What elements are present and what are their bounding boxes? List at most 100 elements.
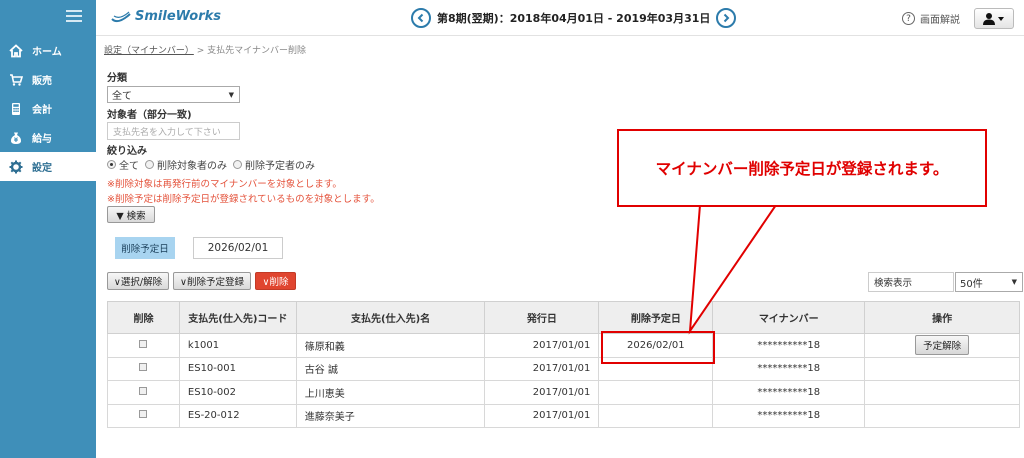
next-period-button[interactable] — [716, 8, 737, 28]
radio-label: 削除対象者のみ — [157, 161, 227, 172]
table-header-row: 削除 支払先(仕入先)コード 支払先(仕入先)名 発行日 削除予定日 マイナンバ… — [107, 301, 1020, 334]
radio-button[interactable] — [107, 160, 116, 169]
row-checkbox[interactable] — [139, 339, 148, 348]
caret-down-icon: ▼ — [228, 90, 234, 99]
code-cell: ES-20-012 — [178, 403, 297, 428]
column-header-issued[interactable]: 発行日 — [484, 301, 600, 334]
chevron-right-icon — [724, 13, 730, 23]
breadcrumb: 設定（マイナンバー） > 支払先マイナンバー削除 — [104, 43, 306, 56]
target-search-input[interactable]: 支払先名を入力して下さい — [107, 122, 240, 140]
gear-icon — [9, 160, 23, 174]
annotation-callout: マイナンバー削除予定日が登録されます。 — [617, 129, 987, 207]
user-icon — [983, 12, 1004, 25]
code-cell: ES10-001 — [178, 356, 297, 381]
user-menu-button[interactable] — [974, 8, 1014, 29]
target-label: 対象者（部分一致) — [107, 110, 192, 121]
fiscal-period-switcher: 第8期(翌期)：2018年04月01日 - 2019年03月31日 — [411, 8, 737, 28]
display-count-label-box: 検索表示 — [868, 272, 954, 292]
logo-text: SmileWorks — [135, 9, 221, 24]
narrow-label: 絞り込み — [107, 146, 147, 157]
category-select[interactable]: 全て ▼ — [107, 86, 240, 103]
row-checkbox-cell — [107, 356, 180, 381]
column-header-mynumber[interactable]: マイナンバー — [712, 301, 866, 334]
operation-cell: 予定解除 — [864, 333, 1020, 358]
scheduled-cell — [598, 403, 714, 428]
help-label: 画面解説 — [920, 15, 960, 26]
sidebar-item-label: 設定 — [32, 163, 52, 174]
breadcrumb-separator: > — [196, 46, 205, 56]
scheduled-date-highlight — [601, 331, 715, 364]
radio-button[interactable] — [233, 160, 242, 169]
sidebar-item-accounting[interactable]: 会計 — [0, 94, 96, 123]
caret-down-icon: ▼ — [1011, 278, 1017, 286]
column-header-name[interactable]: 支払先(仕入先)名 — [295, 301, 486, 334]
row-checkbox[interactable] — [139, 410, 148, 419]
search-button[interactable]: ▼ 検索 — [107, 206, 155, 223]
radio-scheduled-only[interactable]: 削除予定者のみ — [233, 157, 315, 172]
cancel-schedule-button[interactable]: 予定解除 — [915, 335, 970, 356]
schedule-date-input[interactable]: 2026/02/01 — [193, 237, 283, 259]
sidebar-item-label: 販売 — [32, 76, 52, 87]
narrow-radio-group: 全て 削除対象者のみ 削除予定者のみ — [107, 157, 321, 172]
column-header-operation[interactable]: 操作 — [864, 301, 1020, 334]
chevron-left-icon — [417, 13, 424, 23]
sidebar-item-sales[interactable]: 販売 — [0, 65, 96, 94]
row-checkbox[interactable] — [139, 386, 148, 395]
screen-help-link[interactable]: ? 画面解説 — [902, 11, 960, 26]
top-header: SmileWorks 第8期(翌期)：2018年04月01日 - 2019年03… — [96, 0, 1024, 36]
code-cell: k1001 — [178, 333, 297, 358]
radio-label: 全て — [119, 161, 139, 172]
table-row: ES-20-012 進藤奈美子 2017/01/01 **********18 — [107, 403, 1020, 428]
mynumber-cell: **********18 — [712, 380, 866, 405]
radio-delete-target-only[interactable]: 削除対象者のみ — [145, 157, 227, 172]
row-checkbox-cell — [107, 380, 180, 405]
display-count-label: 検索表示 — [874, 278, 913, 289]
home-icon — [9, 43, 23, 58]
mynumber-cell: **********18 — [712, 403, 866, 428]
breadcrumb-parent-link[interactable]: 設定（マイナンバー） — [104, 46, 194, 56]
code-cell: ES10-002 — [178, 380, 297, 405]
issued-cell: 2017/01/01 — [484, 333, 600, 358]
operation-cell — [864, 356, 1020, 381]
row-checkbox[interactable] — [139, 363, 148, 372]
scheduled-cell — [598, 380, 714, 405]
name-cell: 古谷 誠 — [295, 356, 486, 381]
previous-period-button[interactable] — [411, 8, 431, 28]
smile-logo-icon — [111, 11, 131, 22]
table-row: k1001 篠原和義 2017/01/01 2026/02/01 *******… — [107, 333, 1020, 358]
name-cell: 上川恵美 — [295, 380, 486, 405]
row-checkbox-cell — [107, 403, 180, 428]
note-delete-target: ※削除対象は再発行前のマイナンバーを対象とします。 — [107, 179, 342, 190]
table-row: ES10-001 古谷 誠 2017/01/01 **********18 — [107, 356, 1020, 381]
display-count-select[interactable]: 50件 ▼ — [955, 272, 1023, 292]
hamburger-menu-icon[interactable] — [66, 10, 82, 22]
breadcrumb-current: 支払先マイナンバー削除 — [207, 46, 306, 56]
display-count-value: 50件 — [960, 278, 983, 290]
register-schedule-button[interactable]: ∨削除予定登録 — [173, 272, 251, 290]
note-delete-schedule: ※削除予定は削除予定日が登録されているものを対象とします。 — [107, 194, 380, 205]
sidebar-item-label: 給与 — [32, 134, 52, 145]
operation-cell — [864, 403, 1020, 428]
category-label: 分類 — [107, 73, 127, 84]
schedule-date-tag: 削除予定日 — [115, 237, 175, 259]
cart-icon — [9, 73, 23, 87]
column-header-scheduled[interactable]: 削除予定日 — [598, 301, 714, 334]
sidebar-nav: ホーム 販売 会計 ¥ 給与 設定 — [0, 36, 96, 181]
sidebar-item-payroll[interactable]: ¥ 給与 — [0, 123, 96, 152]
sidebar-item-label: ホーム — [32, 47, 62, 58]
logo[interactable]: SmileWorks — [110, 9, 221, 24]
category-selected-value: 全て — [112, 91, 132, 102]
mynumber-table: 削除 支払先(仕入先)コード 支払先(仕入先)名 発行日 削除予定日 マイナンバ… — [107, 301, 1020, 428]
sidebar: ホーム 販売 会計 ¥ 給与 設定 — [0, 0, 96, 458]
name-cell: 篠原和義 — [295, 333, 486, 358]
select-toggle-button[interactable]: ∨選択/解除 — [107, 272, 169, 290]
delete-button[interactable]: ∨削除 — [255, 272, 296, 290]
radio-button[interactable] — [145, 160, 154, 169]
target-placeholder: 支払先名を入力して下さい — [113, 127, 221, 138]
sidebar-item-home[interactable]: ホーム — [0, 36, 96, 65]
radio-all[interactable]: 全て — [107, 157, 139, 172]
column-header-code[interactable]: 支払先(仕入先)コード — [178, 301, 297, 334]
fiscal-period-label: 第8期(翌期)：2018年04月01日 - 2019年03月31日 — [437, 12, 711, 25]
sidebar-item-settings[interactable]: 設定 — [0, 152, 96, 181]
column-header-delete[interactable]: 削除 — [107, 301, 180, 334]
